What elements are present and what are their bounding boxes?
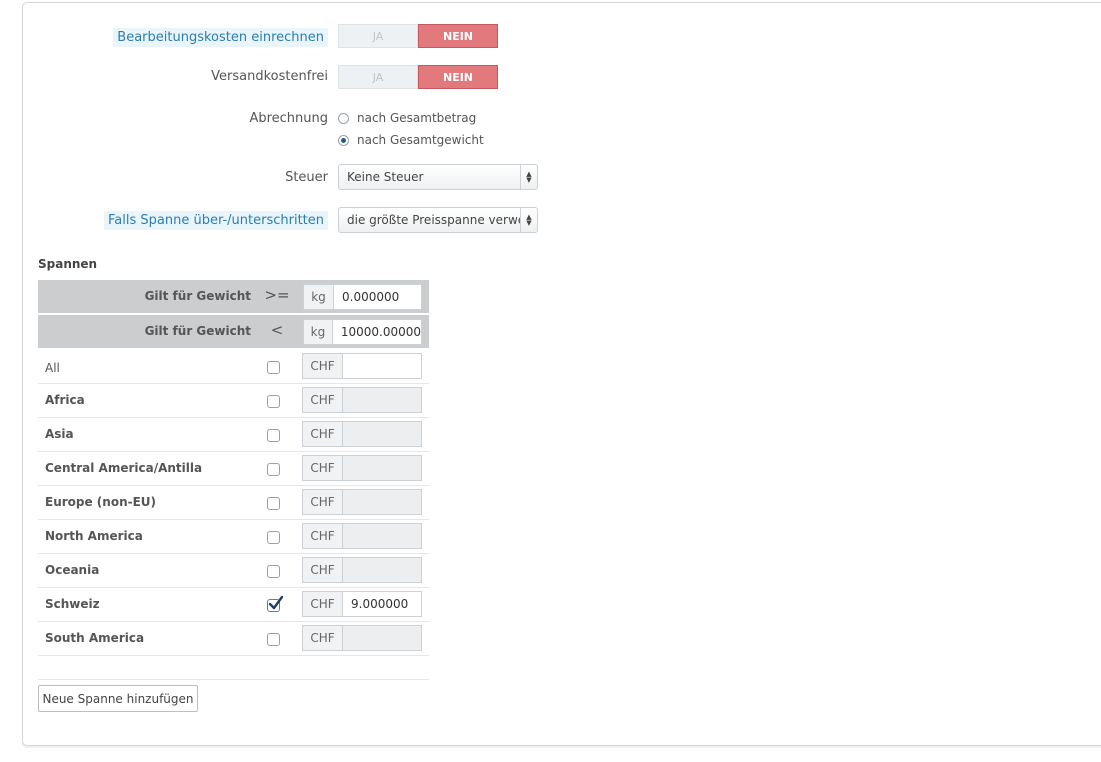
zone-price-group[interactable]: CHF 9.000000 xyxy=(302,591,422,617)
currency-label: CHF xyxy=(303,422,343,446)
radio-total-weight[interactable] xyxy=(338,134,349,146)
out-of-range-select-value: die größte Preisspanne verwei xyxy=(347,213,520,227)
range-max-operator: < xyxy=(270,321,284,339)
zone-price-input[interactable] xyxy=(343,490,421,514)
zone-checkbox[interactable] xyxy=(267,395,280,408)
zone-price-group[interactable]: CHF xyxy=(302,523,422,549)
ranges-title: Spannen xyxy=(38,257,98,271)
zone-price-group[interactable]: CHF xyxy=(302,421,422,447)
select-arrows-icon: ▲ ▼ xyxy=(520,165,537,189)
currency-label: CHF xyxy=(303,490,343,514)
zone-price-group[interactable]: CHF xyxy=(302,625,422,651)
zone-price-input[interactable] xyxy=(343,422,421,446)
tax-select[interactable]: Keine Steuer ▲ ▼ xyxy=(338,164,538,190)
zone-row-asia: Asia CHF xyxy=(38,418,429,452)
free-shipping-no[interactable]: NEIN xyxy=(418,65,498,89)
zone-price-input[interactable] xyxy=(343,558,421,582)
zone-price-input[interactable]: 9.000000 xyxy=(343,592,421,616)
range-min-input-group[interactable]: kg 0.000000 xyxy=(303,284,422,310)
zone-row-schweiz: Schweiz CHF 9.000000 xyxy=(38,588,429,622)
billing-option-total-price-label: nach Gesamtbetrag xyxy=(357,111,477,125)
tax-select-value: Keine Steuer xyxy=(347,170,424,184)
currency-label: CHF xyxy=(303,524,343,548)
range-min-input[interactable]: 0.000000 xyxy=(334,285,421,309)
add-range-button[interactable]: Neue Spanne hinzufügen xyxy=(38,685,198,712)
zone-row-north-america: North America CHF xyxy=(38,520,429,554)
handling-costs-label: Bearbeitungskosten einrechnen xyxy=(113,28,328,47)
billing-option-total-price[interactable]: nach Gesamtbetrag xyxy=(338,111,476,125)
zone-row-europe-non-eu: Europe (non-EU) CHF xyxy=(38,486,429,520)
zone-checkbox[interactable] xyxy=(267,463,280,476)
handling-costs-switch[interactable]: JA NEIN xyxy=(338,24,498,48)
range-max-input[interactable]: 10000.00000 xyxy=(333,320,421,344)
billing-option-total-weight[interactable]: nach Gesamtgewicht xyxy=(338,133,484,147)
range-min-unit: kg xyxy=(304,285,334,309)
zone-name: North America xyxy=(45,529,143,543)
range-max-unit: kg xyxy=(304,320,333,344)
zone-name: Central America/Antilla xyxy=(45,461,203,475)
zone-price-input[interactable] xyxy=(343,354,421,378)
zone-name: Schweiz xyxy=(45,597,100,611)
zone-price-group[interactable]: CHF xyxy=(302,353,422,379)
range-row-max: Gilt für Gewicht < kg 10000.00000 xyxy=(38,315,429,348)
select-arrows-icon: ▲ ▼ xyxy=(520,208,537,232)
range-min-operator: >= xyxy=(264,286,290,304)
billing-label: Abrechnung xyxy=(249,111,328,126)
zone-name: Asia xyxy=(45,427,74,441)
handling-costs-yes[interactable]: JA xyxy=(338,24,418,48)
range-max-input-group[interactable]: kg 10000.00000 xyxy=(303,319,422,345)
free-shipping-label: Versandkostenfrei xyxy=(211,69,328,84)
range-max-label: Gilt für Gewicht xyxy=(144,324,251,338)
zone-checkbox[interactable] xyxy=(267,633,280,646)
zone-checkbox[interactable] xyxy=(267,531,280,544)
zone-row-south-america: South America CHF xyxy=(38,622,429,656)
currency-label: CHF xyxy=(303,354,343,378)
zone-name: Africa xyxy=(45,393,85,407)
range-row-min: Gilt für Gewicht >= kg 0.000000 xyxy=(38,280,429,313)
currency-label: CHF xyxy=(303,626,343,650)
currency-label: CHF xyxy=(303,388,343,412)
billing-option-total-weight-label: nach Gesamtgewicht xyxy=(357,133,484,147)
checkmark-icon xyxy=(268,595,284,610)
currency-label: CHF xyxy=(303,558,343,582)
zone-price-group[interactable]: CHF xyxy=(302,455,422,481)
zone-price-group[interactable]: CHF xyxy=(302,387,422,413)
zone-name: South America xyxy=(45,631,145,645)
free-shipping-yes[interactable]: JA xyxy=(338,65,418,89)
divider xyxy=(38,679,429,680)
radio-total-price[interactable] xyxy=(338,112,349,124)
zone-row-central-america: Central America/Antilla CHF xyxy=(38,452,429,486)
zone-price-group[interactable]: CHF xyxy=(302,557,422,583)
out-of-range-select[interactable]: die größte Preisspanne verwei ▲ ▼ xyxy=(338,207,538,233)
zone-name: All xyxy=(45,361,60,375)
currency-label: CHF xyxy=(303,592,343,616)
zone-row-oceania: Oceania CHF xyxy=(38,554,429,588)
zone-price-input[interactable] xyxy=(343,456,421,480)
zone-checkbox[interactable] xyxy=(267,565,280,578)
zone-checkbox[interactable] xyxy=(267,361,280,374)
zone-row-africa: Africa CHF xyxy=(38,384,429,418)
free-shipping-switch[interactable]: JA NEIN xyxy=(338,65,498,89)
zone-price-group[interactable]: CHF xyxy=(302,489,422,515)
zone-name: Oceania xyxy=(45,563,100,577)
zone-name: Europe (non-EU) xyxy=(45,495,157,509)
zone-checkbox[interactable] xyxy=(267,595,284,612)
out-of-range-label: Falls Spanne über-/unterschritten xyxy=(104,211,328,230)
handling-costs-no[interactable]: NEIN xyxy=(418,24,498,48)
zone-checkbox[interactable] xyxy=(267,497,280,510)
tax-label: Steuer xyxy=(285,170,328,185)
zone-price-input[interactable] xyxy=(343,626,421,650)
zone-price-input[interactable] xyxy=(343,524,421,548)
range-min-label: Gilt für Gewicht xyxy=(144,289,251,303)
zone-checkbox[interactable] xyxy=(267,429,280,442)
zone-row-all: All CHF xyxy=(38,350,429,384)
currency-label: CHF xyxy=(303,456,343,480)
zone-price-input[interactable] xyxy=(343,388,421,412)
